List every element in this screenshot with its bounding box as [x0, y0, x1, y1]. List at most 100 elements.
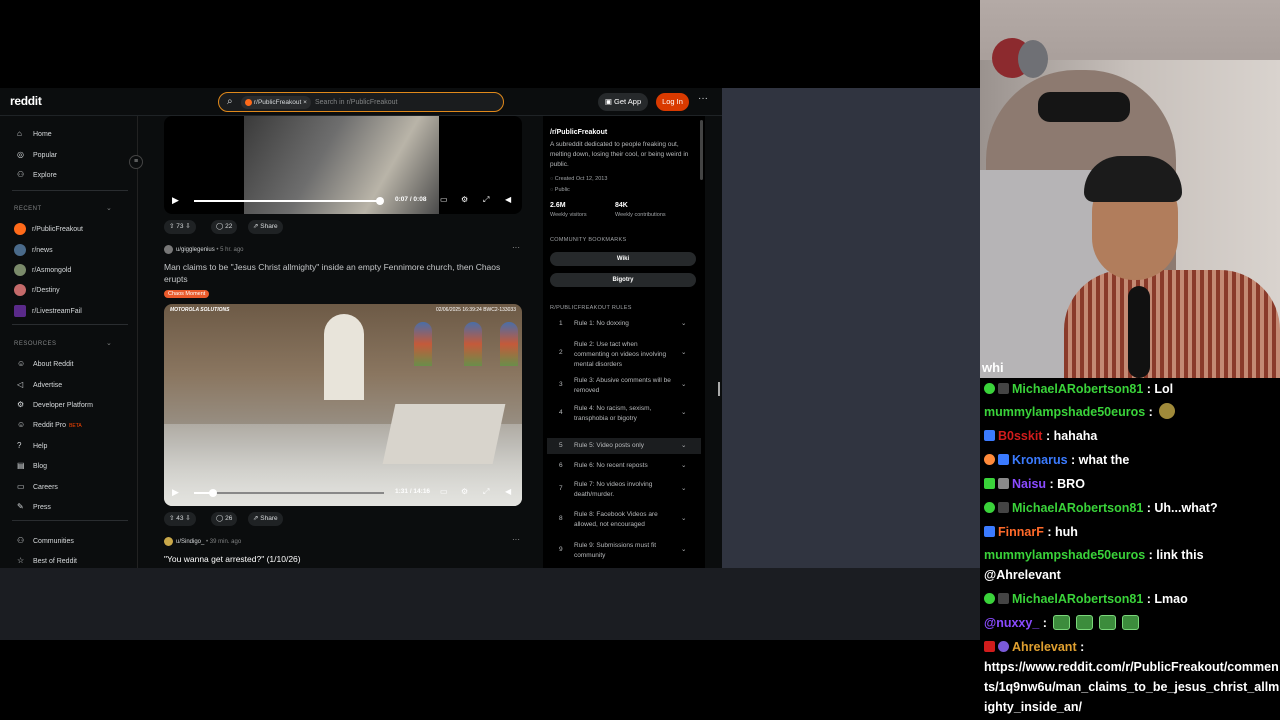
fullscreen-icon[interactable]: ⤢	[483, 487, 489, 497]
chevron-down-icon[interactable]: ⌄	[106, 204, 112, 212]
comments-button[interactable]: ◯ 26	[211, 512, 238, 526]
badge-icon	[984, 478, 995, 489]
chat-username[interactable]: mummylampshade50euros	[984, 405, 1145, 419]
recent-asmongold[interactable]: r/Asmongold	[14, 264, 71, 276]
vote-pill[interactable]: ⇧ 73 ⇩	[164, 220, 196, 234]
rule-item[interactable]: 1 Rule 1: No doxxing ⌄	[547, 317, 701, 331]
created-date: ◌ Created Oct 12, 2013	[550, 176, 607, 182]
nav-explore[interactable]: ⚇ Explore	[17, 170, 57, 179]
chat-username[interactable]: MichaelARobertson81	[1012, 501, 1143, 515]
captions-icon[interactable]: ▭	[440, 487, 448, 496]
streamer-shirt	[1064, 270, 1280, 378]
chat-link[interactable]: https://www.reddit.com/r/PublicFreakout/…	[984, 657, 1280, 717]
nav-about-reddit[interactable]: ☺ About Reddit	[17, 359, 73, 368]
rule-item[interactable]: 8 Rule 8: Facebook Videos are allowed, no…	[547, 508, 701, 532]
nav-developer-platform[interactable]: ⚙ Developer Platform	[17, 400, 93, 409]
share-button[interactable]: ⇗ Share	[248, 220, 283, 234]
more-options-icon[interactable]: ···	[698, 93, 708, 104]
share-button[interactable]: ⇗ Share	[248, 512, 283, 526]
recent-destiny[interactable]: r/Destiny	[14, 284, 60, 296]
get-app-label: Get App	[614, 97, 642, 106]
sidebar-scrollbar[interactable]	[700, 120, 703, 180]
chat-username[interactable]: B0sskit	[998, 429, 1042, 443]
post-more-icon[interactable]: ···	[512, 535, 520, 544]
recent-publicfreakout[interactable]: r/PublicFreakout	[14, 223, 83, 235]
post-author[interactable]: u/gigglegenius	[176, 247, 215, 253]
nav-reddit-pro[interactable]: ☺ Reddit Pro BETA	[17, 420, 82, 429]
fullscreen-icon[interactable]: ⤢	[483, 195, 489, 205]
chat-username[interactable]: Ahrelevant	[1012, 640, 1077, 654]
downvote-icon[interactable]: ⇩	[184, 223, 190, 230]
progress-handle[interactable]	[376, 197, 384, 205]
chat-username[interactable]: mummylampshade50euros	[984, 548, 1145, 562]
nav-popular[interactable]: ◎ Popular	[17, 150, 57, 159]
chevron-down-icon[interactable]: ⌄	[681, 441, 686, 451]
comments-button[interactable]: ◯ 22	[211, 220, 238, 234]
rule-item[interactable]: 3 Rule 3: Abusive comments will be remove…	[547, 374, 701, 396]
chevron-down-icon[interactable]: ⌄	[681, 348, 686, 358]
reddit-logo[interactable]: reddit	[10, 94, 42, 108]
settings-icon[interactable]: ⚙	[461, 487, 468, 496]
play-icon[interactable]: ▶	[172, 195, 179, 206]
chip-close-icon[interactable]: ×	[303, 99, 307, 106]
recent-news[interactable]: r/news	[14, 244, 53, 256]
chevron-down-icon[interactable]: ⌄	[681, 319, 686, 329]
chevron-down-icon[interactable]: ⌄	[681, 380, 686, 390]
chevron-down-icon[interactable]: ⌄	[681, 545, 686, 555]
post-author[interactable]: u/Sindigo_	[176, 539, 204, 545]
post-flair[interactable]: Chaos Moment	[164, 290, 210, 298]
search-input[interactable]: Search in r/PublicFreakout	[315, 96, 397, 109]
nav-best-of-reddit[interactable]: ☆ Best of Reddit	[17, 556, 77, 565]
collapse-nav-icon[interactable]: ≡	[129, 155, 143, 169]
rule-item[interactable]: 6 Rule 6: No recent reposts ⌄	[547, 459, 701, 473]
volume-icon[interactable]: ◀	[505, 195, 511, 204]
login-button[interactable]: Log In	[656, 93, 689, 111]
post-title[interactable]: Man claims to be "Jesus Christ allmighty…	[164, 261, 524, 285]
progress-handle[interactable]	[209, 489, 217, 497]
rule-item[interactable]: 9 Rule 9: Submissions must fit community ⌄	[547, 539, 701, 563]
subreddit-search-chip[interactable]: r/PublicFreakout ×	[241, 96, 311, 109]
chevron-down-icon[interactable]: ⌄	[681, 461, 686, 471]
chat-username[interactable]: Kronarus	[1012, 453, 1068, 467]
chevron-down-icon[interactable]: ⌄	[681, 484, 686, 494]
rule-item[interactable]: 2 Rule 2: Use tact when commenting on vid…	[547, 338, 701, 370]
settings-icon[interactable]: ⚙	[461, 195, 468, 204]
chat-username[interactable]: FinnarF	[998, 525, 1044, 539]
chat-username[interactable]: @nuxxy_	[984, 616, 1039, 630]
nav-communities[interactable]: ⚇ Communities	[17, 536, 74, 545]
rule-item[interactable]: 7 Rule 7: No videos involving death/murde…	[547, 478, 701, 502]
post-more-icon[interactable]: ···	[512, 243, 520, 252]
nav-blog[interactable]: ▤ Blog	[17, 461, 47, 470]
nav-label: Best of Reddit	[33, 558, 77, 565]
recent-livestreamfail[interactable]: r/LivestreamFail	[14, 305, 82, 317]
volume-icon[interactable]: ◀	[505, 487, 511, 496]
video-player[interactable]: MOTOROLA SOLUTIONS 02/06/2025 16:39:24 B…	[164, 304, 522, 506]
chevron-down-icon[interactable]: ⌄	[681, 408, 686, 418]
bookmark-bigotry[interactable]: Bigotry	[550, 273, 696, 287]
chat-username[interactable]: MichaelARobertson81	[1012, 592, 1143, 606]
nav-advertise[interactable]: ◁ Advertise	[17, 380, 62, 389]
get-app-button[interactable]: ▣ Get App	[598, 93, 648, 111]
search-bar[interactable]: ⌕ r/PublicFreakout × Search in r/PublicF…	[218, 92, 504, 112]
post-title[interactable]: "You wanna get arrested?" (1/10/26)	[164, 553, 524, 565]
play-icon[interactable]: ▶	[172, 487, 179, 498]
nav-home[interactable]: ⌂ Home	[17, 129, 52, 138]
chat-username[interactable]: Naisu	[1012, 477, 1046, 491]
badge-icon	[998, 641, 1009, 652]
window-resize-handle[interactable]	[718, 382, 720, 396]
progress-track[interactable]	[194, 492, 384, 494]
nav-help[interactable]: ? Help	[17, 441, 47, 450]
nav-careers[interactable]: ▭ Careers	[17, 482, 58, 491]
bodycam-timestamp: 02/06/2025 16:39:24 BWC2-133033	[435, 307, 516, 313]
chevron-down-icon[interactable]: ⌄	[681, 514, 686, 524]
rule-item[interactable]: 4 Rule 4: No racism, sexism, transphobia …	[547, 402, 701, 434]
vote-pill[interactable]: ⇧ 43 ⇩	[164, 512, 196, 526]
chevron-down-icon[interactable]: ⌄	[106, 339, 112, 347]
rule-item[interactable]: 5 Rule 5: Video posts only ⌄	[547, 438, 701, 454]
nav-press[interactable]: ✎ Press	[17, 502, 51, 511]
chat-username[interactable]: MichaelARobertson81	[1012, 382, 1143, 396]
bookmark-wiki[interactable]: Wiki	[550, 252, 696, 266]
video-player[interactable]: ▶ 0:07 / 0:08 ▭ ⚙ ⤢ ◀	[164, 116, 522, 214]
downvote-icon[interactable]: ⇩	[184, 515, 190, 522]
captions-icon[interactable]: ▭	[440, 195, 448, 204]
